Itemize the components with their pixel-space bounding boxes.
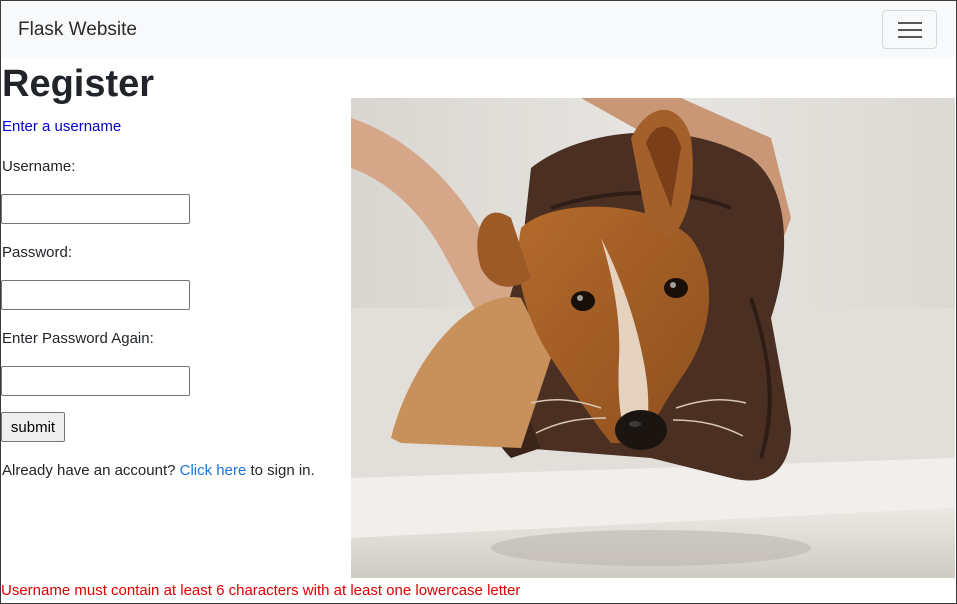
- password-input[interactable]: [1, 280, 190, 310]
- password-again-label: Enter Password Again:: [2, 330, 154, 347]
- username-label: Username:: [2, 158, 76, 175]
- signin-prefix: Already have an account?: [2, 462, 180, 479]
- signin-link[interactable]: Click here: [180, 462, 247, 479]
- navbar: Flask Website: [1, 1, 954, 58]
- username-prompt: Enter a username: [2, 118, 122, 135]
- dog-photo: [351, 98, 955, 578]
- submit-button[interactable]: submit: [1, 412, 65, 442]
- navbar-toggle-button[interactable]: [882, 10, 937, 49]
- signin-text: Already have an account? Click here to s…: [2, 462, 315, 479]
- username-input[interactable]: [1, 194, 190, 224]
- password-label: Password:: [2, 244, 73, 261]
- navbar-brand[interactable]: Flask Website: [18, 19, 137, 41]
- page-title: Register: [2, 63, 155, 105]
- signin-suffix: to sign in.: [246, 462, 315, 479]
- error-message: Username must contain at least 6 charact…: [1, 582, 521, 599]
- password-again-input[interactable]: [1, 366, 190, 396]
